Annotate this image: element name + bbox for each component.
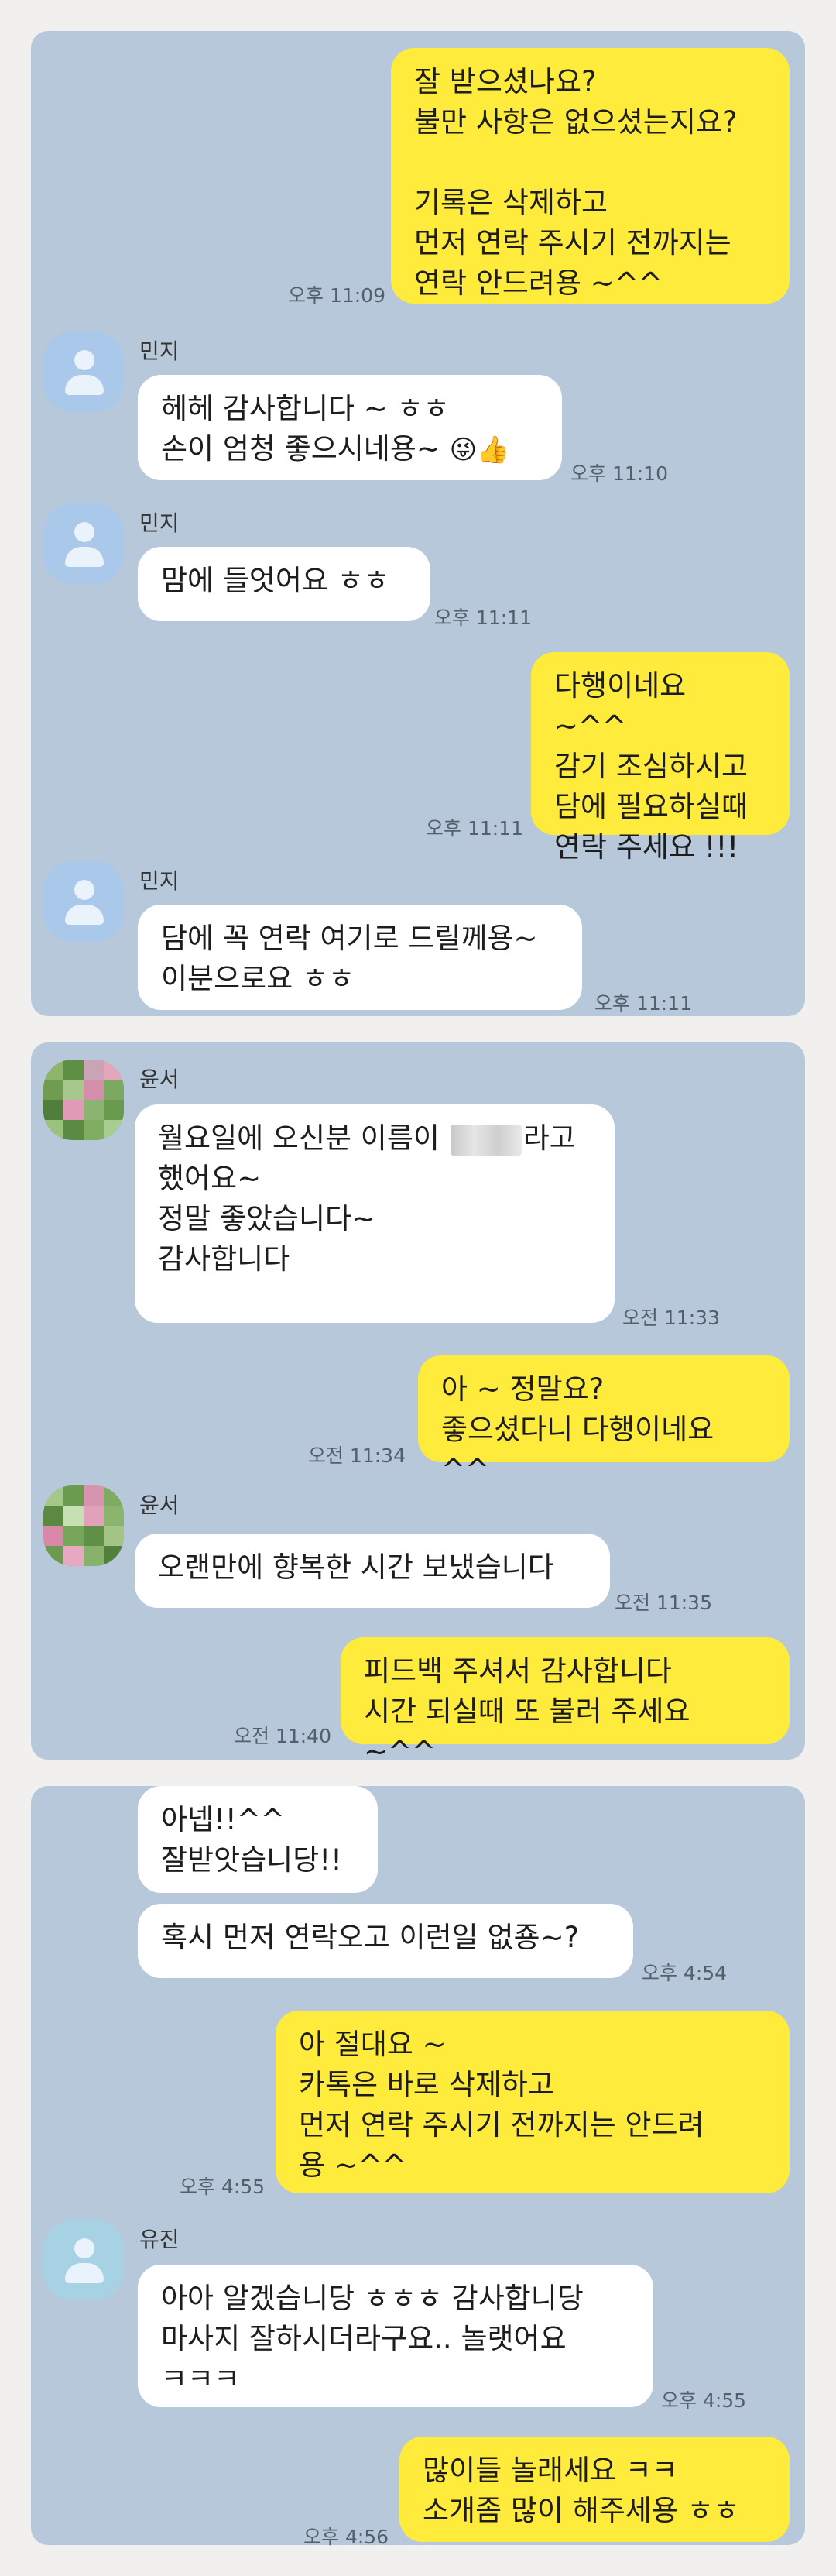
message-time: 오후 11:11 xyxy=(434,606,532,629)
person-icon xyxy=(74,350,94,370)
message-time: 오후 4:54 xyxy=(642,1962,728,1984)
received-message: 아아 알겠습니당 ㅎㅎㅎ 감사합니당 마사지 잘하시더라구요.. 놀랫어요 ㅋㅋ… xyxy=(138,2265,653,2407)
chat-panel-1: 잘 받으셨나요? 불만 사항은 없으셨는지요? 기록은 삭제하고 먼저 연락 주… xyxy=(31,31,805,1016)
message-time: 오전 11:34 xyxy=(308,1444,406,1467)
avatar xyxy=(43,1060,124,1140)
message-time: 오후 11:09 xyxy=(288,284,385,307)
sent-message: 아 절대요 ~ 카톡은 바로 삭제하고 먼저 연락 주시기 전까지는 안드려 용… xyxy=(276,2011,790,2193)
received-message: 아넵!!^^ 잘받앗습니당!! xyxy=(138,1786,378,1893)
message-time: 오전 11:35 xyxy=(615,1592,712,1614)
person-icon xyxy=(74,522,94,542)
message-time: 오후 4:55 xyxy=(180,2176,266,2198)
emoji-wink-thumbsup-icon: 😜👍 xyxy=(449,434,510,465)
avatar xyxy=(43,861,124,942)
message-time: 오후 11:10 xyxy=(570,462,668,485)
message-time: 오후 4:56 xyxy=(303,2526,389,2548)
message-time: 오후 11:11 xyxy=(594,992,692,1015)
received-message: 헤헤 감사합니다 ~ ㅎㅎ 손이 엄청 좋으시네용~ 😜👍 xyxy=(138,375,562,480)
avatar xyxy=(43,331,124,412)
sender-name: 민지 xyxy=(139,510,180,536)
received-message: 혹시 먼저 연락오고 이런일 없죵~? xyxy=(138,1904,633,1978)
received-message: 맘에 들엇어요 ㅎㅎ xyxy=(138,547,430,621)
sent-message: 피드백 주셔서 감사합니다 시간 되실때 또 불러 주세요 ~^^ xyxy=(341,1637,790,1768)
message-time: 오전 11:40 xyxy=(234,1725,331,1747)
person-icon xyxy=(74,880,94,900)
sender-name: 민지 xyxy=(139,338,180,364)
avatar xyxy=(43,2220,124,2300)
sender-name: 유진 xyxy=(139,2227,180,2252)
received-message: 오랜만에 향복한 시간 보냈습니다 xyxy=(135,1534,610,1608)
chat-panel-3: 아넵!!^^ 잘받앗습니당!! 혹시 먼저 연락오고 이런일 없죵~? 오후 4… xyxy=(31,1786,805,2548)
message-time: 오후 4:55 xyxy=(661,2389,747,2412)
chat-panel-2: 윤서 월요일에 오신분 이름이 라고 했어요~ 정말 좋았습니다~ 감사합니다 … xyxy=(31,1042,805,1768)
avatar xyxy=(43,503,124,584)
redacted-name xyxy=(450,1124,522,1156)
received-message: 월요일에 오신분 이름이 라고 했어요~ 정말 좋았습니다~ 감사합니다 xyxy=(135,1104,615,1323)
sender-name: 민지 xyxy=(139,868,180,894)
sent-message: 다행이네요 ~^^ 감기 조심하시고 담에 필요하실때 연락 주세요 !!! xyxy=(531,652,790,864)
sent-message: 아 ~ 정말요? 좋으셨다니 다행이네요 ^^ xyxy=(418,1355,790,1486)
person-icon xyxy=(74,2238,94,2258)
message-time: 오후 11:11 xyxy=(426,817,523,840)
received-message: 담에 꼭 연락 여기로 드릴께용~ 이분으로요 ㅎㅎ xyxy=(138,905,582,1010)
avatar xyxy=(43,1485,124,1566)
message-time: 오전 11:33 xyxy=(622,1307,720,1329)
sender-name: 윤서 xyxy=(139,1492,180,1518)
sent-message: 많이들 놀래세요 ㅋㅋ 소개좀 많이 해주세용 ㅎㅎ xyxy=(399,2437,790,2542)
sender-name: 윤서 xyxy=(139,1066,180,1092)
sent-message: 잘 받으셨나요? 불만 사항은 없으셨는지요? 기록은 삭제하고 먼저 연락 주… xyxy=(391,48,790,304)
